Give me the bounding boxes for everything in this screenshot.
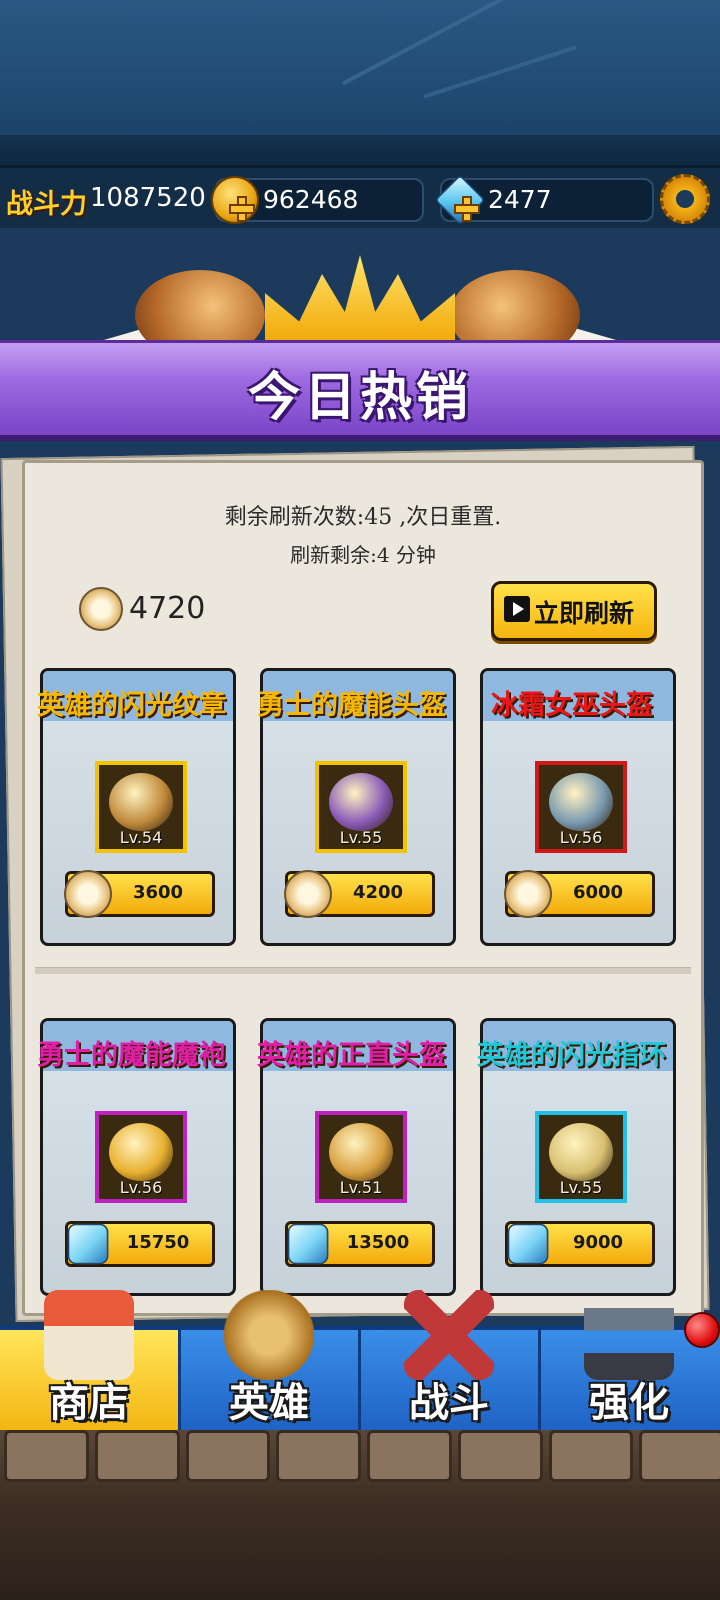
honor-coin-icon — [79, 587, 123, 631]
honor-coin-icon — [284, 870, 332, 918]
item-price: 13500 — [346, 1232, 410, 1253]
buy-button[interactable]: 6000 — [504, 870, 655, 918]
resource-bar: 战斗力 1087520 962468 2477 — [0, 165, 720, 228]
background-crack — [341, 0, 539, 86]
wizard-hat-icon — [329, 773, 393, 831]
item-frame: Lv.56 — [95, 1111, 187, 1203]
stone-brick — [548, 1430, 634, 1482]
tab-label: 商店 — [49, 1379, 129, 1426]
item-name: 英雄的正直头盔 — [257, 1040, 446, 1071]
honor-coin-icon — [504, 870, 552, 918]
item-price: 6000 — [572, 882, 624, 903]
stone-brick — [185, 1430, 271, 1482]
stone-brick — [457, 1430, 543, 1482]
notification-dot — [684, 1312, 720, 1348]
shop-item-card[interactable]: 英雄的正直头盔 Lv.51 13500 — [257, 1018, 456, 1296]
item-level: Lv.55 — [339, 828, 383, 847]
item-frame: Lv.56 — [535, 761, 627, 853]
gem-counter[interactable]: 2477 — [434, 174, 654, 226]
buy-button[interactable]: 13500 — [285, 1221, 435, 1267]
hot-sale-banner: 今日热销 — [0, 340, 720, 441]
add-gold-icon[interactable] — [229, 196, 255, 222]
gem-icon — [507, 1223, 549, 1265]
item-level: Lv.51 — [339, 1178, 383, 1197]
buy-button[interactable]: 15750 — [65, 1221, 215, 1267]
gold-ring-icon — [549, 1123, 613, 1181]
stone-brick — [367, 1430, 452, 1482]
gold-counter[interactable]: 962468 — [211, 176, 424, 224]
item-level: Lv.56 — [119, 1178, 163, 1197]
stone-wall — [0, 1430, 720, 1486]
gem-icon — [67, 1223, 109, 1265]
stone-brick — [639, 1430, 720, 1482]
item-name: 英雄的闪光指环 — [477, 1040, 666, 1071]
crown-icon — [265, 255, 455, 350]
dragon-emblem-icon — [109, 773, 173, 831]
gold-value: 962468 — [263, 185, 359, 214]
item-frame: Lv.54 — [95, 761, 187, 853]
tab-heroes[interactable]: 英雄 — [180, 1290, 361, 1430]
buy-button[interactable]: 9000 — [505, 1221, 655, 1267]
stone-brick — [4, 1430, 89, 1482]
power-value: 1087520 — [90, 183, 206, 213]
shop-item-card[interactable]: 勇士的魔能魔袍 Lv.56 15750 — [37, 1018, 236, 1296]
stone-brick — [94, 1430, 180, 1482]
item-name: 英雄的闪光纹章 — [37, 690, 226, 721]
add-gem-icon[interactable] — [454, 196, 480, 222]
buy-button[interactable]: 4200 — [284, 870, 435, 918]
bottom-nav: 商店 英雄 战斗 强化 — [0, 1290, 720, 1430]
background-ledge — [0, 135, 720, 165]
item-price: 3600 — [132, 882, 184, 903]
tab-label: 战斗 — [409, 1379, 489, 1426]
refresh-now-button[interactable]: 立即刷新 — [491, 581, 657, 641]
item-price: 4200 — [352, 882, 404, 903]
item-frame: Lv.51 — [315, 1111, 407, 1203]
tab-battle[interactable]: 战斗 — [360, 1290, 541, 1430]
frost-helmet-icon — [549, 773, 613, 831]
shop-item-card[interactable]: 英雄的闪光指环 Lv.55 9000 — [477, 1018, 676, 1296]
shop-item-card[interactable]: 勇士的魔能头盔 Lv.55 4200 — [257, 668, 456, 946]
item-level: Lv.54 — [119, 828, 163, 847]
item-price: 9000 — [572, 1232, 624, 1253]
shop-item-card[interactable]: 英雄的闪光纹章 Lv.54 3600 — [37, 668, 236, 946]
background-crack — [423, 45, 577, 99]
honor-balance: 4720 — [129, 591, 206, 626]
buy-button[interactable]: 3600 — [64, 870, 215, 918]
winged-helmet-icon — [224, 1290, 314, 1380]
hammer-anvil-icon — [584, 1290, 674, 1380]
shop-item-card[interactable]: 冰霜女巫头盔 Lv.56 6000 — [480, 668, 676, 946]
tab-label: 强化 — [589, 1379, 669, 1426]
refresh-count-text: 剩余刷新次数:45 ,次日重置. — [224, 505, 502, 530]
item-frame: Lv.55 — [535, 1111, 627, 1203]
gem-value: 2477 — [488, 185, 552, 214]
gear-icon[interactable] — [660, 174, 710, 224]
banner-title: 今日热销 — [247, 367, 472, 428]
golden-armor-icon — [109, 1123, 173, 1181]
play-video-icon — [504, 596, 530, 622]
item-frame: Lv.55 — [315, 761, 407, 853]
knight-helmet-icon — [329, 1123, 393, 1181]
item-name: 勇士的魔能魔袍 — [37, 1040, 226, 1071]
stone-brick — [276, 1430, 361, 1482]
shop-house-icon — [44, 1290, 134, 1380]
power-label: 战斗力 — [6, 189, 87, 220]
refresh-timer-text: 刷新剩余:4 分钟 — [290, 543, 436, 567]
row-divider — [35, 967, 691, 974]
refresh-button-label: 立即刷新 — [534, 599, 635, 628]
crossed-swords-icon — [404, 1290, 494, 1380]
top-background — [0, 0, 720, 165]
item-name: 勇士的魔能头盔 — [257, 690, 446, 721]
item-name: 冰霜女巫头盔 — [491, 690, 653, 721]
item-price: 15750 — [126, 1232, 190, 1253]
item-level: Lv.55 — [559, 1178, 603, 1197]
gem-icon — [287, 1223, 329, 1265]
item-level: Lv.56 — [559, 828, 603, 847]
honor-coin-icon — [64, 870, 112, 918]
tab-label: 英雄 — [229, 1379, 309, 1426]
tab-shop[interactable]: 商店 — [0, 1290, 181, 1430]
